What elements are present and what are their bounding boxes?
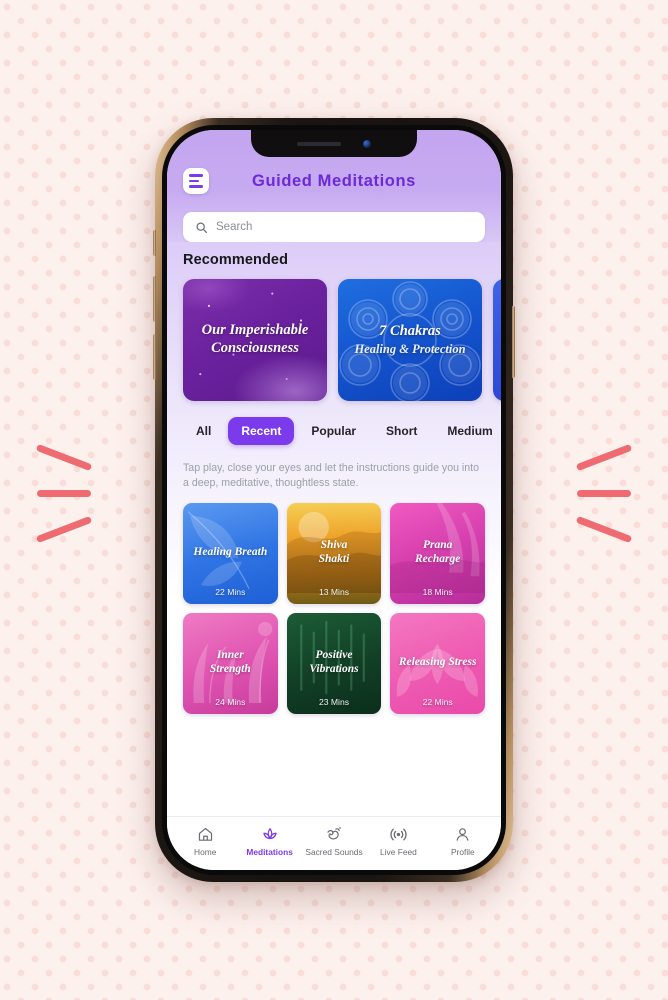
om-icon (325, 825, 343, 844)
nav-label: Meditations (246, 846, 293, 857)
phone-mockup: Guided Meditations Recommended (153, 118, 515, 882)
nav-item-meditations[interactable]: Meditations (237, 825, 301, 857)
search-input[interactable] (216, 221, 473, 233)
speed-line (35, 515, 93, 544)
meditation-card[interactable]: Shiva Shakti 13 Mins (286, 502, 382, 604)
silent-switch[interactable] (153, 230, 156, 256)
speed-line (577, 490, 631, 497)
decorative-speed-mark-right (563, 440, 635, 544)
meditation-card-title: Shiva Shakti (318, 539, 350, 566)
person-icon (454, 825, 471, 844)
filter-tab-short[interactable]: Short (373, 417, 430, 445)
recommended-card[interactable] (493, 279, 501, 401)
phone-notch (251, 130, 417, 157)
recommended-section: Recommended Our Imperishable Consciousne… (167, 242, 501, 401)
meditation-card[interactable]: Inner Strength 24 Mins (183, 612, 278, 714)
recommended-carousel[interactable]: Our Imperishable Consciousness 7 Chakras… (183, 279, 501, 401)
meditation-card-duration: 24 Mins (215, 696, 246, 707)
nav-item-profile[interactable]: Profile (431, 825, 495, 857)
recommended-card-title-line2: Consciousness (211, 340, 299, 356)
header-row: Guided Meditations (183, 164, 485, 198)
app-content: Recommended Our Imperishable Consciousne… (167, 242, 501, 816)
meditation-card-duration: 18 Mins (422, 586, 453, 597)
home-icon (197, 825, 214, 844)
search-bar[interactable] (183, 212, 485, 242)
power-button[interactable] (512, 306, 515, 378)
hamburger-menu-icon[interactable] (183, 168, 209, 194)
recommended-card-title-line1: Our Imperishable (201, 322, 309, 339)
filter-tab-popular[interactable]: Popular (298, 417, 369, 445)
decorative-speed-mark-left (33, 440, 105, 544)
filter-tab-medium[interactable]: Medium (434, 417, 501, 445)
front-camera-icon (363, 139, 371, 148)
meditation-card-title: Inner Strength (209, 649, 251, 676)
meditation-card-title: Prana Recharge (414, 539, 461, 566)
meditation-card-title: Healing Breath (193, 546, 268, 559)
volume-up-button[interactable] (153, 276, 156, 322)
page-title: Guided Meditations (252, 171, 416, 190)
meditation-grid: Healing Breath 22 Mins Shiva Shakti 13 Mi… (183, 502, 485, 714)
phone-bezel: Guided Meditations Recommended (162, 125, 506, 875)
meditation-card-title: Positive Vibrations (309, 649, 359, 676)
meditation-card[interactable]: Healing Breath 22 Mins (183, 502, 278, 604)
nav-label: Live Feed (380, 846, 417, 857)
phone-screen: Guided Meditations Recommended (167, 130, 501, 870)
filter-tabs[interactable]: All Recent Popular Short Medium (167, 417, 501, 445)
meditation-card[interactable]: Positive Vibrations 23 Mins (286, 612, 382, 714)
instructions-text: Tap play, close your eyes and let the in… (183, 462, 480, 490)
meditation-card-title: Releasing Stress (398, 656, 477, 669)
nav-label: Sacred Sounds (305, 846, 363, 857)
filter-tab-recent[interactable]: Recent (228, 417, 295, 445)
speaker-grille-icon (297, 141, 341, 146)
recommended-card-text: 7 Chakras Healing & Protection (346, 323, 473, 357)
nav-item-live-feed[interactable]: Live Feed (366, 825, 430, 857)
search-icon (196, 221, 208, 233)
volume-down-button[interactable] (153, 334, 156, 380)
nav-item-home[interactable]: Home (173, 825, 237, 857)
broadcast-icon (389, 825, 408, 844)
bottom-navigation[interactable]: Home Meditations Sacred Sounds Live Feed… (167, 816, 501, 870)
meditation-card-duration: 23 Mins (318, 696, 350, 707)
menu-line (189, 185, 203, 188)
menu-line (189, 174, 203, 177)
recommended-card-title: 7 Chakras (379, 323, 441, 340)
nav-label: Profile (450, 846, 475, 857)
speed-line (37, 490, 91, 497)
recommended-card[interactable]: 7 Chakras Healing & Protection (338, 279, 482, 401)
meditation-card[interactable]: Prana Recharge 18 Mins (390, 502, 485, 604)
meditation-card[interactable]: Releasing Stress 22 Mins (390, 612, 485, 714)
speed-line (35, 443, 93, 472)
recommended-card[interactable]: Our Imperishable Consciousness (183, 279, 327, 401)
meditation-card-duration: 22 Mins (215, 586, 246, 597)
meditation-card-duration: 22 Mins (422, 696, 453, 707)
recommended-card-subtitle: Healing & Protection (354, 341, 466, 356)
nav-item-sacred-sounds[interactable]: Sacred Sounds (302, 825, 366, 857)
recommended-card-text: Our Imperishable Consciousness (194, 322, 317, 357)
nav-label: Home (194, 846, 217, 857)
menu-line (189, 179, 199, 183)
speed-line (575, 515, 633, 544)
section-heading-recommended: Recommended (183, 252, 289, 268)
meditation-card-duration: 13 Mins (318, 586, 350, 597)
lotus-icon (261, 825, 279, 844)
filter-tab-all[interactable]: All (183, 417, 224, 445)
speed-line (575, 443, 633, 472)
